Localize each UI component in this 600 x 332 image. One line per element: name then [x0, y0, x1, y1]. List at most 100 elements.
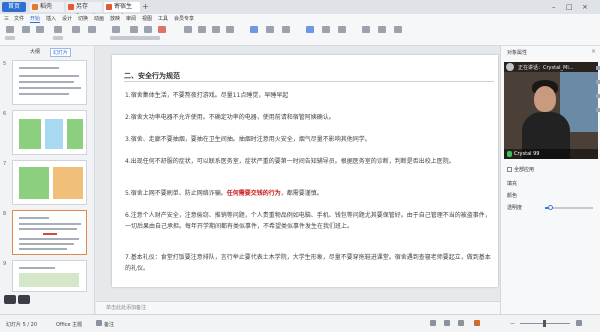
picture-icon[interactable] [306, 26, 314, 33]
font-color-icon[interactable] [158, 26, 166, 33]
align-right-icon[interactable] [212, 26, 220, 33]
new-slide-label-icon[interactable] [53, 36, 63, 40]
tab-ppt-file[interactable]: 另存2...ppt [66, 2, 102, 20]
menu-view[interactable]: 视图 [142, 15, 152, 22]
checkbox-icon[interactable] [507, 167, 512, 172]
align-left-icon[interactable] [184, 26, 192, 33]
new-slide-icon[interactable] [54, 26, 62, 33]
play-slideshow-icon[interactable] [474, 320, 480, 326]
slide-thumbnail[interactable]: 6 [3, 110, 87, 155]
rule-paragraph-7[interactable]: 7.基本礼仪：食堂打饭要注意排队，言行举止要代表土木学院，大学生形象，尽量不要穿… [125, 253, 493, 274]
rule-paragraph-1[interactable]: 1.宿舍集体生活，不要熬夜打游戏。尽量11点睡觉，早睡早起 [125, 91, 493, 102]
video-call-window[interactable]: 正在讲话：Crystal_Mi... Crystal 99 [504, 62, 598, 159]
copy-icon[interactable] [36, 26, 44, 33]
layout-icon[interactable] [72, 26, 80, 33]
line-spacing-icon[interactable] [226, 26, 234, 33]
menu-member[interactable]: 会员专享 [174, 15, 194, 22]
slide-thumbnail-selected[interactable]: 8 [3, 210, 87, 255]
status-bar: 幻灯片 5 / 20 Office 主题 备注 — [0, 314, 600, 332]
tab-daoke[interactable]: 稻壳 [30, 2, 64, 12]
menu-tools[interactable]: 工具 [158, 15, 168, 22]
speaking-indicator: 正在讲话：Crystal_Mi... [518, 65, 574, 71]
close-icon[interactable]: × [582, 2, 588, 12]
tab-active-document[interactable]: 寄宿生pptx [104, 2, 140, 20]
notes-icon[interactable] [96, 320, 102, 326]
font-icon[interactable] [112, 26, 120, 33]
slides-tab[interactable]: 幻灯片 [50, 48, 72, 57]
paste-icon[interactable] [6, 26, 14, 33]
menu-slideshow[interactable]: 放映 [110, 15, 120, 22]
menu-file[interactable]: 文件 [14, 15, 24, 22]
rule-paragraph-4[interactable]: 4.出现任何不舒服的症状，可以联系医务室，症状严重的要第一时间告知辅导员。根据医… [125, 157, 493, 168]
menu-main[interactable]: 三 [4, 15, 9, 22]
find-icon[interactable] [362, 26, 370, 33]
chart-icon[interactable] [338, 26, 346, 33]
minimize-icon[interactable]: – [552, 2, 556, 12]
participant-head [534, 86, 556, 112]
menu-animation[interactable]: 动画 [94, 15, 104, 22]
textbox-icon[interactable] [250, 26, 258, 33]
rule-5-text: 5.宿舍上网不要刷单、防止网络诈骗。 [125, 190, 227, 197]
microphone-icon [507, 151, 512, 157]
new-tab-plus-icon[interactable]: + [142, 2, 149, 12]
cut-icon[interactable] [22, 26, 30, 33]
ppt-icon [106, 4, 112, 10]
sorter-view-icon[interactable] [444, 320, 450, 326]
slide-thumbnail[interactable]: 5 [3, 60, 87, 105]
rule-paragraph-3[interactable]: 3.宿舍、走廊不要抽烟，要抽在卫生间抽。抽烟时注意用火安全，烟气尽量不影响其他同… [125, 135, 493, 146]
outline-tab[interactable]: 大纲 [30, 48, 40, 55]
normal-view-icon[interactable] [430, 320, 436, 326]
menu-review[interactable]: 审阅 [126, 15, 136, 22]
align-center-icon[interactable] [198, 26, 206, 33]
transparency-slider-knob[interactable] [547, 205, 553, 210]
layout-side-icon[interactable] [596, 108, 600, 112]
select-icon[interactable] [394, 26, 402, 33]
slide-thumbnail[interactable]: 7 [3, 160, 87, 205]
speaker-notes-field[interactable]: 单击此处添加备注 [96, 301, 500, 314]
slide-number: 7 [3, 161, 7, 167]
animation-icon[interactable] [596, 80, 600, 84]
side-toolbar [595, 62, 600, 302]
style-icon[interactable] [596, 94, 600, 98]
reset-icon[interactable] [88, 26, 96, 33]
add-slide-icon[interactable] [18, 295, 30, 304]
menu-transition[interactable]: 切换 [78, 15, 88, 22]
transparency-label: 透明度 [507, 205, 523, 211]
zoom-slider-knob[interactable] [543, 320, 546, 327]
maximize-icon[interactable]: □ [566, 2, 573, 12]
arrange-icon[interactable] [282, 26, 290, 33]
font-family-select[interactable] [110, 36, 160, 40]
daoke-icon [32, 4, 38, 10]
menu-insert[interactable]: 插入 [46, 15, 56, 22]
menu-start[interactable]: 开始 [30, 15, 41, 23]
paste-label-icon[interactable] [5, 36, 15, 40]
notes-button[interactable]: 备注 [104, 321, 114, 328]
bold-icon[interactable] [130, 26, 138, 33]
slide-editing-canvas: 二、安全行为规范 1.宿舍集体生活，不要熬夜打游戏。尽量11点睡觉，早睡早起 2… [96, 46, 500, 301]
slide-thumbnail[interactable]: 9 [3, 260, 87, 292]
menu-design[interactable]: 设计 [62, 15, 72, 22]
rule-paragraph-2[interactable]: 2.宿舍大功率电器不允许使用。不确定功率的电器，使用前请和宿管阿姨确认。 [125, 113, 493, 124]
grid-view-icon[interactable] [4, 295, 16, 304]
replace-icon[interactable] [378, 26, 386, 33]
close-panel-icon[interactable]: × [591, 48, 596, 55]
rule-5-highlight: 任何需要交钱的行为 [226, 190, 281, 197]
properties-panel: 对象属性 × 正在讲话：Crystal_Mi... Crystal 99 全部应… [500, 46, 600, 314]
slide-title[interactable]: 二、安全行为规范 [124, 71, 180, 81]
wps-presentation-window: 首页 稻壳 另存2...ppt 寄宿生pptx + – □ × 三 文件 开始 … [0, 0, 600, 332]
italic-icon[interactable] [144, 26, 152, 33]
rule-paragraph-6[interactable]: 6.注意个人财产安全，注意偷窃、推销等问题，个人贵重物品例如电脑、手机、钱包等问… [125, 211, 493, 232]
reading-view-icon[interactable] [458, 320, 464, 326]
menu-bar: 三 文件 开始 插入 设计 切换 动画 放映 审阅 视图 工具 会员专享 [0, 14, 600, 23]
ribbon-toolbar [0, 23, 600, 46]
current-slide[interactable]: 二、安全行为规范 1.宿舍集体生活，不要熬夜打游戏。尽量11点睡觉，早睡早起 2… [112, 55, 498, 287]
rule-5-text-end: ，都需要谨慎。 [280, 190, 323, 197]
property-icon[interactable] [596, 66, 600, 70]
home-tab[interactable]: 首页 [2, 2, 26, 12]
shape-icon[interactable] [266, 26, 274, 33]
rule-paragraph-5[interactable]: 5.宿舍上网不要刷单、防止网络诈骗。任何需要交钱的行为，都需要谨慎。 [125, 189, 493, 200]
table-icon[interactable] [322, 26, 330, 33]
zoom-out-button[interactable]: — [510, 321, 515, 327]
fit-window-icon[interactable] [576, 320, 582, 326]
apply-all-option[interactable]: 全部应用 [507, 166, 534, 173]
